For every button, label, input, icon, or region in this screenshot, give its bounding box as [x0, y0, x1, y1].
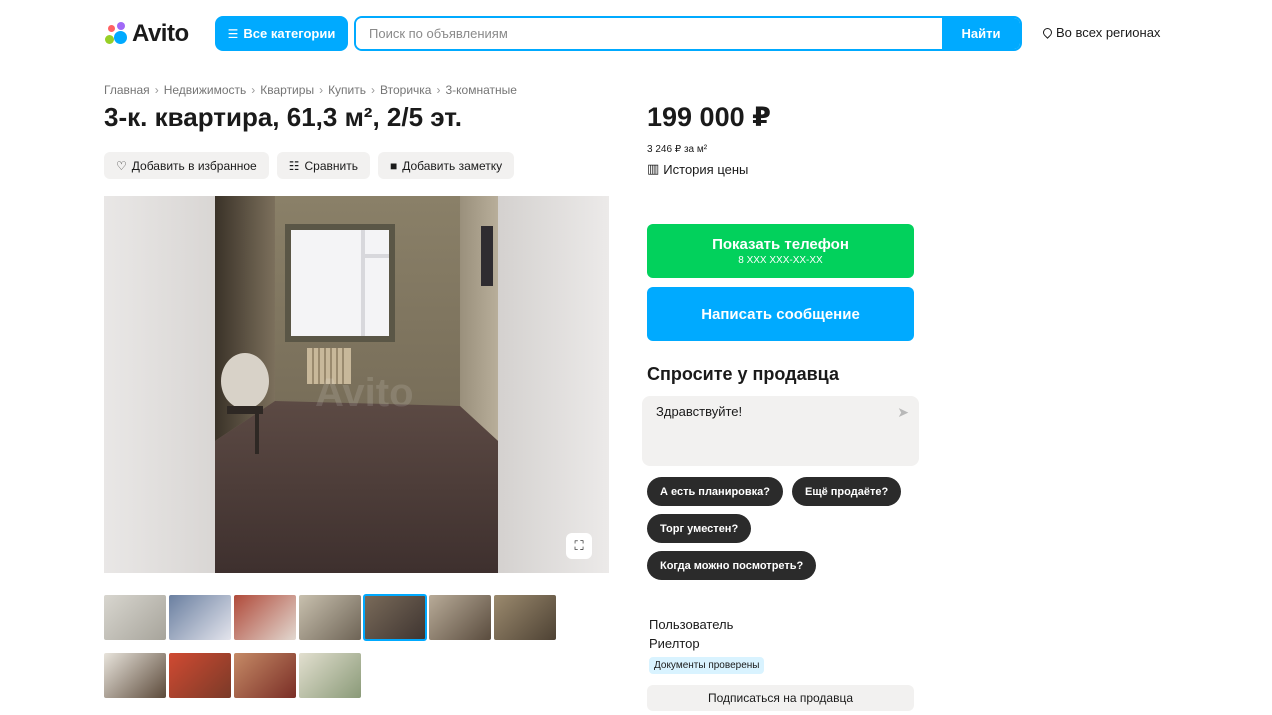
- ask-message-field[interactable]: Здравствуйте! ➤: [642, 396, 919, 466]
- breadcrumb-separator: ›: [319, 83, 324, 97]
- listing-title: 3-к. квартира, 61,3 м², 2/5 эт.: [104, 102, 462, 132]
- breadcrumb-item-buy[interactable]: Купить: [328, 83, 366, 97]
- quick-question-viewing[interactable]: Когда можно посмотреть?: [647, 551, 817, 580]
- seller-role: Пользователь: [649, 617, 734, 632]
- all-categories-button[interactable]: ☰ Все категории: [215, 16, 348, 51]
- breadcrumb-separator: ›: [154, 83, 159, 97]
- price-history-link[interactable]: ▥ История цены: [647, 161, 748, 177]
- add-note-button[interactable]: ■ Добавить заметку: [377, 152, 515, 179]
- gallery-thumbnail[interactable]: [169, 595, 231, 640]
- breadcrumb-separator: ›: [251, 83, 256, 97]
- all-categories-label: Все категории: [243, 26, 336, 41]
- quick-question-bargain[interactable]: Торг уместен?: [647, 514, 752, 543]
- heart-icon: ♡: [116, 158, 127, 173]
- write-message-button[interactable]: Написать сообщение: [647, 287, 914, 341]
- compare-button[interactable]: ☷ Сравнить: [276, 152, 370, 179]
- listing-price: 199 000 ₽: [647, 102, 771, 132]
- svg-text:Avito: Avito: [315, 371, 414, 415]
- ask-message-text: Здравствуйте!: [656, 404, 743, 419]
- phone-mask: 8 XXX XXX-XX-XX: [738, 255, 823, 266]
- gallery-thumbnail[interactable]: [363, 594, 427, 641]
- subscribe-seller-button[interactable]: Подписаться на продавца: [647, 685, 914, 711]
- gallery-thumbnail[interactable]: [104, 653, 166, 698]
- add-to-favorites-button[interactable]: ♡ Добавить в избранное: [104, 152, 269, 179]
- gallery-thumbnail[interactable]: [169, 653, 231, 698]
- gallery-thumbnail[interactable]: [429, 595, 491, 640]
- gallery-blur-left: [104, 196, 215, 573]
- search-button[interactable]: Найти: [942, 18, 1020, 49]
- show-phone-button[interactable]: Показать телефон 8 XXX XXX-XX-XX: [647, 224, 914, 278]
- note-icon: ■: [389, 158, 398, 173]
- gallery-thumbnail[interactable]: [299, 653, 361, 698]
- bar-chart-icon: ▥: [647, 161, 660, 176]
- breadcrumb-item-home[interactable]: Главная: [104, 83, 150, 97]
- gallery-thumbnail[interactable]: [299, 595, 361, 640]
- price-per-m2: 3 246 ₽ за м²: [647, 144, 708, 155]
- breadcrumb-item-secondary[interactable]: Вторичка: [380, 83, 431, 97]
- compare-label: Сравнить: [304, 158, 358, 173]
- breadcrumb-item-3-rooms[interactable]: 3-комнатные: [445, 83, 516, 97]
- seller-type: Риелтор: [649, 636, 700, 651]
- catalog-search-icon: ☰: [227, 26, 239, 41]
- logo-text: Avito: [132, 20, 189, 47]
- gallery-thumbnail[interactable]: [104, 595, 166, 640]
- main-photo[interactable]: Avito: [215, 196, 498, 573]
- add-to-favorites-label: Добавить в избранное: [131, 158, 257, 173]
- fullscreen-expand-icon[interactable]: ⛶: [566, 533, 592, 559]
- quick-question-layout[interactable]: А есть планировка?: [647, 477, 783, 506]
- search-input[interactable]: [356, 18, 942, 49]
- gallery-thumbnail[interactable]: [494, 595, 556, 640]
- region-label: Во всех регионах: [1056, 25, 1161, 40]
- gallery-thumbnail[interactable]: [234, 653, 296, 698]
- quick-question-still-selling[interactable]: Ещё продаёте?: [792, 477, 902, 506]
- price-history-label: История цены: [663, 161, 749, 177]
- photo-gallery[interactable]: Avito ⛶: [104, 196, 609, 573]
- gallery-blur-right: [498, 196, 609, 573]
- ask-seller-title: Спросите у продавца: [647, 364, 839, 384]
- search-bar: Найти: [354, 16, 1022, 51]
- avito-logo[interactable]: Avito: [104, 20, 189, 48]
- region-selector[interactable]: Во всех регионах: [1041, 25, 1161, 40]
- listing-actions: ♡ Добавить в избранное ☷ Сравнить ■ Доба…: [104, 152, 515, 179]
- breadcrumb-item-apartments[interactable]: Квартиры: [260, 83, 314, 97]
- send-arrow-icon[interactable]: ➤: [897, 404, 909, 421]
- location-pin-icon: [1041, 26, 1054, 39]
- breadcrumb-separator: ›: [371, 83, 376, 97]
- add-note-label: Добавить заметку: [402, 158, 503, 173]
- gallery-thumbnail[interactable]: [234, 595, 296, 640]
- thumbnail-strip: [104, 594, 574, 698]
- breadcrumb: Главная › Недвижимость › Квартиры › Купить ›…: [104, 83, 517, 97]
- breadcrumb-item-realty[interactable]: Недвижимость: [164, 83, 247, 97]
- compare-icon: ☷: [288, 158, 300, 173]
- breadcrumb-separator: ›: [436, 83, 441, 97]
- show-phone-label: Показать телефон: [712, 236, 849, 253]
- documents-verified-badge: Документы проверены: [649, 657, 765, 674]
- logo-dots-icon: [104, 22, 128, 46]
